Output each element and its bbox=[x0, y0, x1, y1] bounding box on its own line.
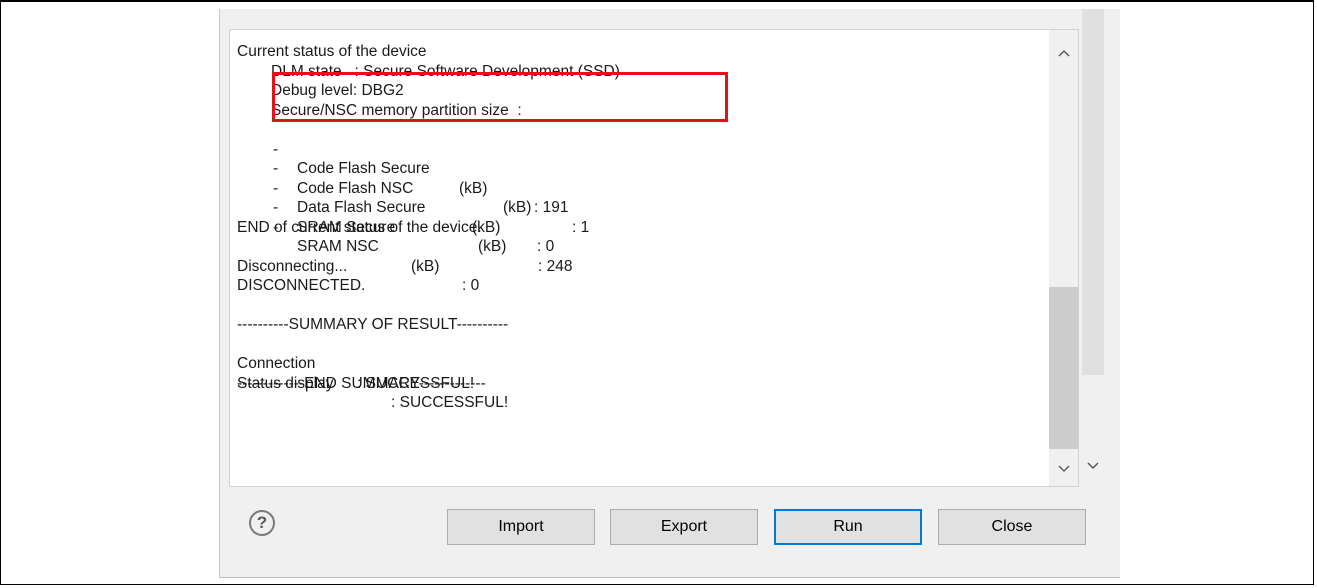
partition-row: - SRAM NSC (kB) : 0 bbox=[237, 198, 620, 295]
console-line: Current status of the device bbox=[237, 43, 427, 60]
summary-value: : SUCCESSFUL! bbox=[391, 394, 509, 411]
chevron-down-icon[interactable] bbox=[1082, 459, 1104, 479]
import-button[interactable]: Import bbox=[447, 509, 595, 545]
outer-scrollbar-track[interactable] bbox=[1082, 9, 1104, 375]
partition-label: SRAM NSC bbox=[297, 238, 379, 255]
debug-level-line: Debug level: DBG2 bbox=[271, 82, 404, 99]
scrollbar-thumb[interactable] bbox=[1049, 287, 1078, 449]
partition-unit: (kB) bbox=[411, 257, 440, 275]
close-button[interactable]: Close bbox=[938, 509, 1086, 545]
partition-row: - Data Flash Secure (kB) : 0 bbox=[237, 159, 620, 256]
help-icon[interactable]: ? bbox=[249, 510, 275, 536]
summary-row: Connection : SUCCESSFUL! bbox=[237, 335, 620, 392]
chevron-up-icon[interactable] bbox=[1049, 40, 1078, 66]
partition-value: : 1 bbox=[572, 218, 590, 236]
chevron-down-icon[interactable] bbox=[1049, 456, 1078, 482]
partition-row: - SRAM Secure (kB) : 248 bbox=[237, 179, 620, 275]
summary-row: Status display : SUCCESSFUL! bbox=[237, 354, 620, 412]
run-button[interactable]: Run bbox=[774, 509, 922, 545]
summary-value: : SUCCESSFUL! bbox=[357, 374, 475, 392]
vertical-scrollbar[interactable] bbox=[1049, 30, 1078, 486]
partition-size-header: Secure/NSC memory partition size : bbox=[271, 101, 522, 119]
summary-header: ----------SUMMARY OF RESULT---------- bbox=[237, 316, 509, 333]
console-text: Current status of the device DLM state :… bbox=[237, 42, 620, 412]
partition-unit: (kB) bbox=[478, 238, 507, 255]
partition-label: SRAM Secure bbox=[297, 218, 396, 236]
partition-value: : 0 bbox=[462, 277, 480, 294]
partition-value: : 0 bbox=[537, 238, 555, 255]
summary-label: Status display bbox=[237, 374, 334, 392]
bullet-dash: - bbox=[273, 218, 279, 236]
partition-value: : 248 bbox=[538, 257, 573, 275]
run-dialog: Current status of the device DLM state :… bbox=[219, 9, 1120, 578]
partition-row: - Code Flash Secure (kB) : 191 bbox=[237, 120, 620, 217]
console-output: Current status of the device DLM state :… bbox=[229, 29, 1079, 487]
partition-unit: (kB) bbox=[472, 218, 501, 236]
export-button[interactable]: Export bbox=[610, 509, 758, 545]
partition-row: - Code Flash NSC (kB) : 1 bbox=[237, 140, 620, 236]
dlm-state-line: DLM state : Secure Software Development … bbox=[271, 62, 620, 80]
